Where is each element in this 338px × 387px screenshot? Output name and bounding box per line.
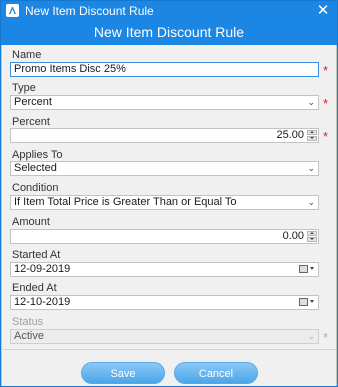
condition-value: If Item Total Price is Greater Than or E… [14,196,237,208]
name-required-marker: * [323,63,329,78]
amount-stepper[interactable] [307,231,317,242]
applies-to-select[interactable]: Selected ⌄ [10,161,319,176]
status-value: Active [14,330,44,342]
type-value: Percent [14,96,52,108]
type-required-marker: * [323,96,329,111]
save-button[interactable]: Save [81,362,165,384]
chevron-down-icon: ⌄ [307,331,315,341]
percent-required-marker: * [323,129,329,144]
amount-value: 0.00 [282,230,304,242]
chevron-down-icon[interactable]: ⌄ [307,162,315,175]
amount-input[interactable]: 0.00 [10,229,319,244]
stepper-down-icon[interactable] [307,237,317,242]
ended-at-value: 12-10-2019 [14,296,71,308]
percent-label: Percent [12,116,50,128]
status-required-marker: * [323,330,329,345]
calendar-icon[interactable] [299,297,315,308]
percent-input[interactable]: 25.00 [10,128,319,143]
name-value: Promo Items Disc 25% [14,63,126,75]
app-icon [6,4,19,17]
started-at-date-picker[interactable]: 12-09-2019 [10,262,319,277]
chevron-down-icon[interactable]: ⌄ [307,196,315,209]
amount-label: Amount [12,216,50,228]
applies-to-label: Applies To [12,149,63,161]
percent-stepper[interactable] [307,130,317,141]
title-bar[interactable]: New Item Discount Rule ✕ [1,1,337,21]
stepper-up-icon[interactable] [307,130,317,135]
stepper-up-icon[interactable] [307,231,317,236]
status-select: Active ⌄ [10,329,319,344]
dialog-window: New Item Discount Rule ✕ New Item Discou… [0,0,338,387]
condition-select[interactable]: If Item Total Price is Greater Than or E… [10,195,319,210]
name-label: Name [12,49,42,61]
condition-label: Condition [12,182,59,194]
dialog-header: New Item Discount Rule [1,21,337,45]
percent-value: 25.00 [276,129,304,141]
calendar-icon[interactable] [299,264,315,275]
button-bar: Save Cancel [1,349,337,386]
cancel-button[interactable]: Cancel [174,362,258,384]
status-label: Status [12,316,44,328]
chevron-down-icon[interactable]: ⌄ [307,96,315,109]
ended-at-date-picker[interactable]: 12-10-2019 [10,295,319,310]
form-panel: Name Promo Items Disc 25% * Type Percent… [1,45,337,349]
type-select[interactable]: Percent ⌄ [10,95,319,110]
applies-to-value: Selected [14,162,57,174]
started-at-value: 12-09-2019 [14,263,71,275]
stepper-down-icon[interactable] [307,136,317,141]
name-input[interactable]: Promo Items Disc 25% [10,62,319,77]
close-icon[interactable]: ✕ [312,2,334,19]
ended-at-label: Ended At [12,282,57,294]
started-at-label: Started At [12,249,61,261]
window-title: New Item Discount Rule [25,4,154,18]
type-label: Type [12,82,36,94]
